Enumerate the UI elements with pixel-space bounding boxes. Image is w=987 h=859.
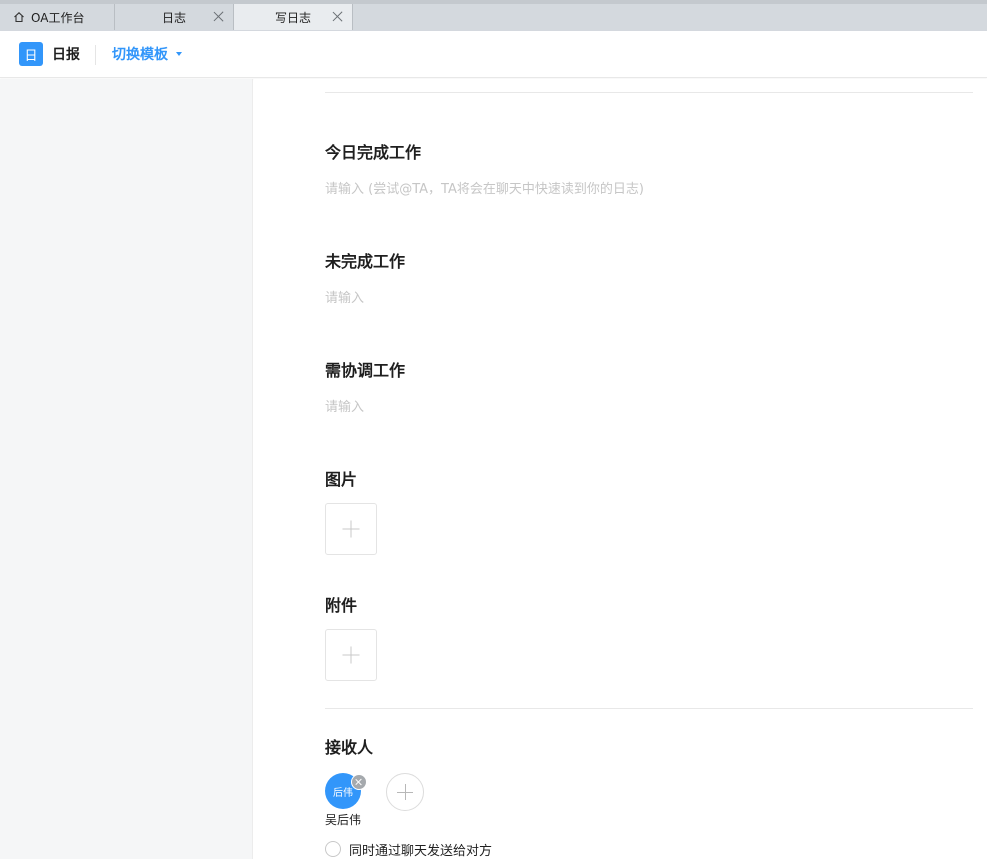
tab-strip: OA工作台 日志 写日志: [0, 0, 987, 31]
section-title-not-done: 未完成工作: [325, 252, 406, 271]
plus-icon: [342, 520, 360, 538]
tab-oa-workbench[interactable]: OA工作台: [0, 4, 115, 30]
send-via-chat-label: 同时通过聊天发送给对方: [349, 844, 493, 859]
section-title-coordinate: 需协调工作: [325, 361, 406, 380]
tab-label: OA工作台: [31, 10, 85, 25]
plus-icon: [397, 784, 413, 800]
divider: [325, 92, 973, 93]
send-via-chat-radio[interactable]: [325, 841, 341, 857]
receiver-name: 吴后伟: [325, 813, 362, 827]
add-attachment-button[interactable]: [325, 629, 377, 681]
add-receiver-button[interactable]: [386, 773, 424, 811]
tab-log[interactable]: 日志: [115, 4, 234, 30]
remove-receiver-icon[interactable]: [351, 774, 367, 790]
add-image-button[interactable]: [325, 503, 377, 555]
left-sidebar: [0, 79, 253, 859]
today-done-input[interactable]: 请输入 (尝试@TA，TA将会在聊天中快速读到你的日志): [325, 178, 644, 197]
switch-template-dropdown[interactable]: 切换模板: [112, 44, 182, 64]
plus-icon: [342, 646, 360, 664]
close-icon[interactable]: [212, 10, 225, 23]
section-title-images: 图片: [325, 470, 358, 489]
header-divider: [95, 45, 96, 65]
section-title-attachments: 附件: [325, 596, 358, 615]
section-title-receivers: 接收人: [325, 738, 374, 757]
caret-down-icon: [176, 52, 182, 56]
coordinate-input[interactable]: 请输入: [325, 396, 364, 415]
report-form: 今日完成工作 请输入 (尝试@TA，TA将会在聊天中快速读到你的日志) 未完成工…: [254, 79, 987, 859]
page-title: 日报: [52, 47, 80, 63]
not-done-input[interactable]: 请输入: [325, 287, 364, 306]
page-header: 日 日报 切换模板: [0, 31, 987, 78]
close-icon[interactable]: [331, 10, 344, 23]
divider: [325, 708, 973, 709]
home-icon: [13, 11, 25, 23]
section-title-today-done: 今日完成工作: [325, 143, 422, 162]
switch-template-label: 切换模板: [112, 47, 168, 63]
tab-write-log[interactable]: 写日志: [234, 4, 353, 30]
report-type-badge: 日: [19, 42, 43, 66]
